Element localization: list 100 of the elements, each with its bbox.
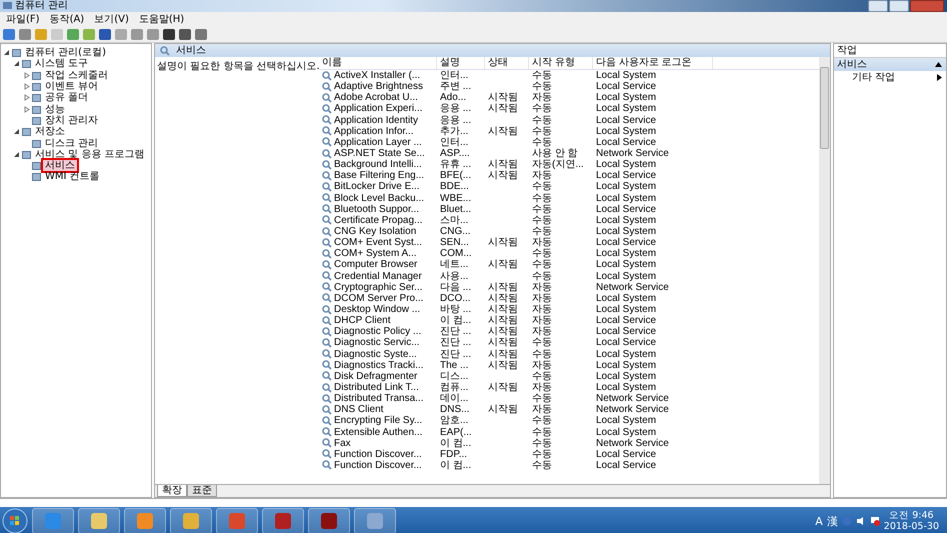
service-name: Diagnostics Tracki... bbox=[334, 360, 424, 371]
column-header[interactable]: 이름 bbox=[319, 57, 437, 69]
menu-item[interactable]: 동작(A) bbox=[50, 12, 84, 26]
table-cell: Network Service bbox=[596, 393, 669, 404]
menu-item[interactable]: 보기(V) bbox=[94, 12, 129, 26]
table-cell: 시작됨 bbox=[488, 382, 518, 393]
table-cell: Network Service bbox=[596, 438, 669, 449]
table-cell: 수동 bbox=[532, 460, 552, 471]
table-cell: Local System bbox=[596, 248, 656, 260]
table-cell: 수동 bbox=[532, 248, 552, 260]
table-cell: SEN... bbox=[440, 237, 469, 248]
table-cell: 스마... bbox=[440, 214, 468, 226]
panel-title: 서비스 bbox=[175, 45, 207, 56]
service-name: Distributed Link T... bbox=[334, 382, 419, 393]
column-header[interactable]: 시작 유형 bbox=[529, 57, 593, 69]
view-tab[interactable]: 표준 bbox=[187, 485, 217, 497]
tree-item[interactable]: 시스템 도구 bbox=[33, 58, 90, 70]
view-tab[interactable]: 확장 bbox=[157, 485, 187, 497]
table-cell: Local System bbox=[596, 415, 656, 426]
table-cell: 시작됨 bbox=[488, 282, 518, 293]
table-cell: Local Service bbox=[596, 460, 656, 471]
service-name: Function Discover... bbox=[334, 448, 422, 460]
table-cell: COM... bbox=[440, 248, 472, 260]
service-name: Background Intelli... bbox=[334, 159, 422, 170]
window-title: 컴퓨터 관리 bbox=[15, 0, 68, 12]
table-cell: 이 컴... bbox=[440, 315, 472, 326]
table-cell: 시작됨 bbox=[488, 92, 518, 104]
action-section[interactable]: 서비스 bbox=[834, 58, 946, 71]
tree-item[interactable]: 서비스 bbox=[43, 160, 77, 172]
table-cell: 컴퓨... bbox=[440, 382, 468, 393]
table-cell: 시작됨 bbox=[488, 337, 518, 348]
service-name: Disk Defragmenter bbox=[334, 370, 418, 382]
table-cell: 시작됨 bbox=[488, 326, 518, 338]
tree-item[interactable]: 디스크 관리 bbox=[43, 138, 100, 149]
tree-item[interactable]: 저장소 bbox=[33, 126, 67, 138]
table-cell: 데이... bbox=[440, 393, 468, 404]
tree-item[interactable]: 공유 폴더 bbox=[43, 92, 90, 104]
table-cell: 이 컴... bbox=[440, 460, 472, 471]
table-cell: 수동 bbox=[532, 126, 552, 137]
table-cell: Local System bbox=[596, 226, 656, 238]
table-cell: 자동(지연... bbox=[532, 159, 584, 170]
table-cell: Bluet... bbox=[440, 204, 472, 215]
table-cell: 수동 bbox=[532, 370, 552, 382]
clock[interactable]: 오전 9:46 2018-05-30 bbox=[884, 510, 939, 532]
tree-item[interactable]: WMI 컨트롤 bbox=[43, 171, 102, 182]
table-cell: 수동 bbox=[532, 81, 552, 92]
table-cell: 수동 bbox=[532, 214, 552, 226]
table-cell: 자동 bbox=[532, 170, 552, 182]
table-cell: Network Service bbox=[596, 404, 669, 416]
table-cell: Local Service bbox=[596, 315, 656, 326]
table-cell: 자동 bbox=[532, 282, 552, 293]
service-name: Cryptographic Ser... bbox=[334, 282, 422, 293]
tree-item[interactable]: 컴퓨터 관리(로컬) bbox=[23, 47, 108, 58]
column-header[interactable]: 상태 bbox=[485, 57, 529, 69]
table-cell: 수동 bbox=[532, 114, 552, 126]
table-cell: 수동 bbox=[532, 348, 552, 360]
tree-item[interactable]: 작업 스케줄러 bbox=[43, 70, 110, 81]
table-cell: WBE... bbox=[440, 192, 472, 204]
table-cell: Local Service bbox=[596, 170, 656, 182]
table-cell: 수동 bbox=[532, 204, 552, 215]
table-cell: Local Service bbox=[596, 337, 656, 348]
table-cell: 네트... bbox=[440, 259, 468, 270]
tray-text[interactable]: A bbox=[815, 514, 823, 528]
tree-item[interactable]: 성능 bbox=[43, 104, 67, 115]
table-cell: DNS... bbox=[440, 404, 470, 416]
column-header[interactable]: 설명 bbox=[437, 57, 485, 69]
table-cell: 수동 bbox=[532, 192, 552, 204]
table-cell: 수동 bbox=[532, 415, 552, 426]
table-cell: 진단 ... bbox=[440, 337, 472, 348]
tree-item[interactable]: 이벤트 뷰어 bbox=[43, 81, 100, 92]
tray-text[interactable]: 漢 bbox=[826, 514, 838, 528]
table-cell: 암호... bbox=[440, 415, 468, 426]
service-name: Function Discover... bbox=[334, 460, 422, 471]
table-cell: Local Service bbox=[596, 237, 656, 248]
action-item[interactable]: 기타 작업 bbox=[834, 71, 946, 84]
table-cell: 시작됨 bbox=[488, 404, 518, 416]
menu-item[interactable]: 파일(F) bbox=[6, 12, 40, 26]
table-cell: Local System bbox=[596, 292, 656, 304]
table-cell: 진단 ... bbox=[440, 348, 472, 360]
table-cell: EAP(... bbox=[440, 426, 472, 438]
table-cell: 시작됨 bbox=[488, 304, 518, 316]
service-name: Application Layer ... bbox=[334, 136, 422, 148]
table-cell: 자동 bbox=[532, 360, 552, 371]
table-cell: 사용 안 함 bbox=[532, 148, 578, 160]
table-cell: 시작됨 bbox=[488, 360, 518, 371]
table-cell: 수동 bbox=[532, 448, 552, 460]
menu-item[interactable]: 도움말(H) bbox=[138, 12, 184, 26]
table-cell: Local System bbox=[596, 70, 656, 82]
column-header[interactable]: 다음 사용자로 로그온 bbox=[593, 57, 713, 69]
table-cell: 진단 ... bbox=[440, 326, 472, 338]
service-name: Bluetooth Suppor... bbox=[334, 204, 420, 215]
table-cell: 시작됨 bbox=[488, 259, 518, 270]
table-cell: 인터... bbox=[440, 70, 468, 82]
table-cell: 사용... bbox=[440, 270, 468, 282]
service-name: Diagnostic Servic... bbox=[334, 337, 420, 348]
service-name: COM+ System A... bbox=[334, 248, 417, 260]
table-cell: Local Service bbox=[596, 136, 656, 148]
table-cell: Local System bbox=[596, 192, 656, 204]
tree-item[interactable]: 장치 관리자 bbox=[43, 114, 100, 126]
table-cell: BFE(... bbox=[440, 170, 472, 182]
